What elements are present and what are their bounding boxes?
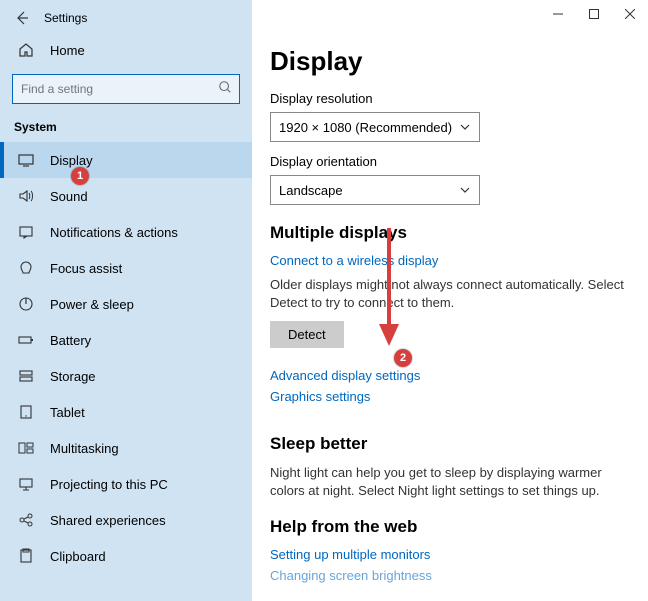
detect-paragraph: Older displays might not always connect … [270, 276, 630, 311]
orientation-select[interactable]: Landscape [270, 175, 480, 205]
page-title: Display [270, 46, 630, 77]
sleep-paragraph: Night light can help you get to sleep by… [270, 464, 630, 499]
sidebar-item-label: Clipboard [50, 549, 106, 564]
sidebar-item-storage[interactable]: Storage [0, 358, 252, 394]
tablet-icon [18, 404, 34, 420]
sidebar-item-label: Multitasking [50, 441, 119, 456]
sidebar-item-shared-experiences[interactable]: Shared experiences [0, 502, 252, 538]
sidebar-item-notifications[interactable]: Notifications & actions [0, 214, 252, 250]
content: Display Display resolution 1920 × 1080 (… [252, 0, 648, 599]
sidebar-item-projecting[interactable]: Projecting to this PC [0, 466, 252, 502]
chevron-down-icon [459, 184, 471, 196]
orientation-value: Landscape [279, 183, 343, 198]
multitasking-icon [18, 440, 34, 456]
shared-experiences-icon [18, 512, 34, 528]
minimize-button[interactable] [540, 0, 576, 28]
sleep-better-heading: Sleep better [270, 434, 630, 454]
annotation-callout-1: 1 [71, 167, 89, 185]
main-pane: Display Display resolution 1920 × 1080 (… [252, 0, 648, 601]
sidebar-item-label: Display [50, 153, 93, 168]
sidebar-item-label: Storage [50, 369, 96, 384]
help-link-brightness[interactable]: Changing screen brightness [270, 568, 630, 583]
storage-icon [18, 368, 34, 384]
sidebar-item-multitasking[interactable]: Multitasking [0, 430, 252, 466]
sidebar-item-clipboard[interactable]: Clipboard [0, 538, 252, 574]
resolution-value: 1920 × 1080 (Recommended) [279, 120, 452, 135]
back-button[interactable] [12, 8, 32, 28]
close-icon [625, 9, 635, 19]
help-link-multiple-monitors[interactable]: Setting up multiple monitors [270, 547, 630, 562]
connect-wireless-link[interactable]: Connect to a wireless display [270, 253, 630, 268]
sidebar-item-label: Notifications & actions [50, 225, 178, 240]
home-icon [18, 42, 34, 58]
minimize-icon [553, 9, 563, 19]
sound-icon [18, 188, 34, 204]
sidebar-item-battery[interactable]: Battery [0, 322, 252, 358]
orientation-label: Display orientation [270, 154, 630, 169]
help-from-web-heading: Help from the web [270, 517, 630, 537]
home-button[interactable]: Home [0, 32, 252, 68]
sidebar-item-label: Sound [50, 189, 88, 204]
sidebar-item-label: Battery [50, 333, 91, 348]
sidebar-item-label: Tablet [50, 405, 85, 420]
search-wrap [0, 68, 252, 118]
focus-assist-icon [18, 260, 34, 276]
search-input[interactable] [12, 74, 240, 104]
nav-list: Display Sound Notifications & actions Fo… [0, 142, 252, 574]
resolution-select[interactable]: 1920 × 1080 (Recommended) [270, 112, 480, 142]
notifications-icon [18, 224, 34, 240]
projecting-icon [18, 476, 34, 492]
sidebar-item-label: Focus assist [50, 261, 122, 276]
maximize-icon [589, 9, 599, 19]
advanced-display-settings-link[interactable]: Advanced display settings [270, 368, 630, 383]
arrow-left-icon [14, 10, 30, 26]
section-label: System [0, 118, 252, 142]
window-title: Settings [44, 11, 87, 25]
detect-button[interactable]: Detect [270, 321, 344, 348]
home-label: Home [50, 43, 85, 58]
maximize-button[interactable] [576, 0, 612, 28]
sidebar: Settings Home System Display Sound Notif… [0, 0, 252, 601]
sidebar-item-focus-assist[interactable]: Focus assist [0, 250, 252, 286]
sidebar-item-display[interactable]: Display [0, 142, 252, 178]
power-icon [18, 296, 34, 312]
resolution-label: Display resolution [270, 91, 630, 106]
sidebar-item-power-sleep[interactable]: Power & sleep [0, 286, 252, 322]
close-button[interactable] [612, 0, 648, 28]
sidebar-item-label: Projecting to this PC [50, 477, 168, 492]
titlebar: Settings [0, 0, 252, 32]
multiple-displays-heading: Multiple displays [270, 223, 630, 243]
chevron-down-icon [459, 121, 471, 133]
graphics-settings-link[interactable]: Graphics settings [270, 389, 630, 404]
sidebar-item-label: Shared experiences [50, 513, 166, 528]
display-icon [18, 152, 34, 168]
window-controls [540, 0, 648, 28]
sidebar-item-label: Power & sleep [50, 297, 134, 312]
sidebar-item-tablet[interactable]: Tablet [0, 394, 252, 430]
annotation-callout-2: 2 [394, 349, 412, 367]
battery-icon [18, 332, 34, 348]
clipboard-icon [18, 548, 34, 564]
sidebar-item-sound[interactable]: Sound [0, 178, 252, 214]
